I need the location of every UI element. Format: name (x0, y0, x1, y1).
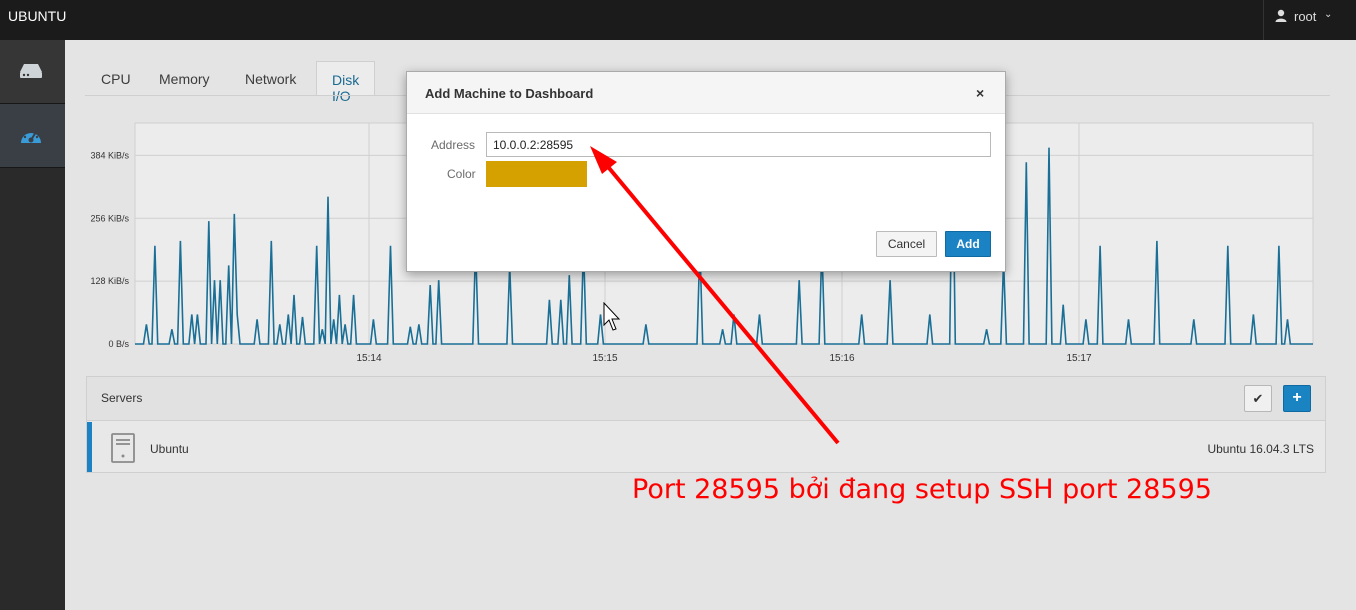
server-os: Ubuntu 16.04.3 LTS (1207, 442, 1314, 456)
tab-cpu[interactable]: CPU (101, 61, 131, 95)
dialog-header: Add Machine to Dashboard × (407, 72, 1005, 114)
x-tick-label: 15:14 (356, 353, 381, 364)
brand-title[interactable]: UBUNTU (8, 8, 66, 24)
sidebar (0, 40, 65, 610)
tab-disk-io[interactable]: Disk I/O (316, 61, 376, 104)
servers-title: Servers (101, 391, 143, 405)
color-label: Color (447, 167, 476, 181)
mouse-cursor-icon (603, 302, 621, 331)
address-input[interactable] (486, 132, 991, 157)
x-tick-label: 15:15 (592, 353, 617, 364)
address-label: Address (431, 138, 476, 152)
checkmark-icon: ✔ (1252, 391, 1264, 406)
sidebar-item-servers[interactable] (0, 40, 65, 104)
server-row[interactable]: Ubuntu Ubuntu 16.04.3 LTS (87, 422, 1325, 472)
user-name: root (1294, 9, 1317, 24)
user-icon (1275, 9, 1287, 22)
top-bar: UBUNTU root ⌄ (0, 0, 1356, 40)
x-tick-label: 15:16 (829, 353, 854, 364)
tab-network[interactable]: Network (245, 61, 296, 95)
plus-icon: + (1292, 389, 1302, 406)
color-picker[interactable] (486, 161, 587, 187)
server-icon (20, 64, 42, 78)
cancel-button[interactable]: Cancel (876, 231, 937, 257)
dialog-title: Add Machine to Dashboard (425, 86, 594, 101)
edit-servers-button[interactable]: ✔ (1244, 385, 1272, 412)
tab-memory[interactable]: Memory (159, 61, 210, 95)
servers-panel: Servers ✔ + Ubuntu Ubuntu 16.04.3 LTS (86, 376, 1326, 473)
user-menu[interactable]: root ⌄ (1263, 0, 1356, 40)
servers-header: Servers ✔ + (87, 377, 1325, 421)
x-tick-label: 15:17 (1066, 353, 1091, 364)
add-server-button[interactable]: + (1283, 385, 1311, 412)
annotation-text: Port 28595 bởi đang setup SSH port 28595 (632, 474, 1212, 505)
add-machine-dialog: Add Machine to Dashboard × Address Color… (406, 71, 1006, 272)
y-tick-label: 256 KiB/s (90, 213, 129, 223)
close-icon[interactable]: × (976, 85, 984, 101)
sidebar-item-dashboard[interactable] (0, 104, 65, 168)
add-button[interactable]: Add (945, 231, 991, 257)
y-tick-label: 128 KiB/s (90, 276, 129, 286)
dashboard-icon (21, 131, 41, 143)
chevron-down-icon: ⌄ (1324, 9, 1333, 20)
y-tick-label: 384 KiB/s (90, 150, 129, 160)
server-tower-icon (111, 433, 135, 463)
server-name: Ubuntu (150, 442, 189, 456)
y-tick-label: 0 B/s (108, 339, 129, 349)
